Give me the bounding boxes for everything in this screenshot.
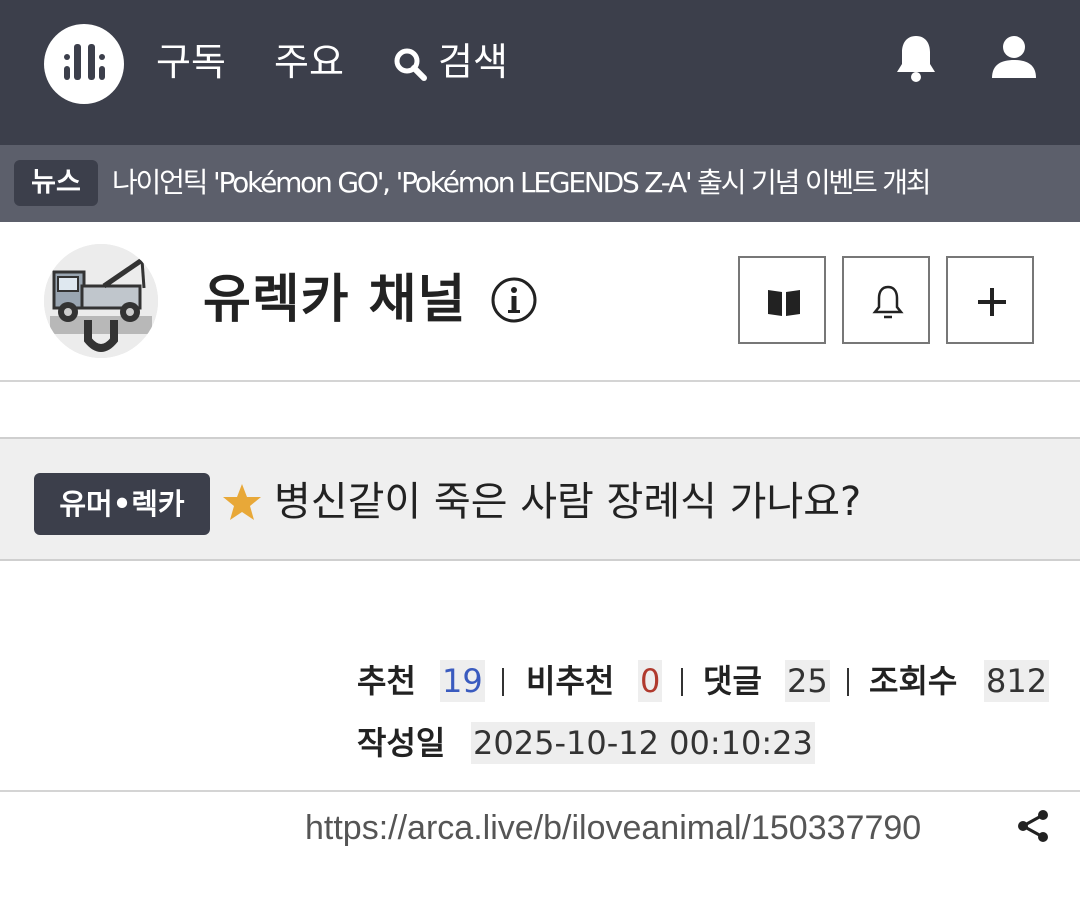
article-title-bar: 유머•렉카 병신같이 죽은 사람 장례식 가나요? xyxy=(0,437,1080,561)
separator xyxy=(502,668,504,696)
bell-outline-icon xyxy=(872,285,904,319)
views-label: 조회수 xyxy=(869,662,958,700)
article-title: 병신같이 죽은 사람 장례식 가나요? xyxy=(274,479,862,525)
channel-info-book-button[interactable] xyxy=(738,256,826,344)
divider xyxy=(0,380,1080,382)
post-date: 2025-10-12 00:10:23 xyxy=(471,722,815,764)
separator xyxy=(847,668,849,696)
channel-avatar[interactable] xyxy=(44,244,158,358)
downvote-count: 0 xyxy=(638,660,663,702)
info-icon[interactable] xyxy=(490,276,538,324)
news-ticker[interactable]: 뉴스 나이언틱 'Pokémon GO', 'Pokémon LEGENDS Z… xyxy=(0,145,1080,222)
top-nav: 구독 주요 검색 xyxy=(0,0,1080,145)
nav-featured[interactable]: 주요 xyxy=(274,36,344,88)
comments-label: 댓글 xyxy=(703,662,762,700)
nav-subscribe[interactable]: 구독 xyxy=(156,36,226,88)
category-badge[interactable]: 유머•렉카 xyxy=(34,473,210,535)
news-headline[interactable]: 나이언틱 'Pokémon GO', 'Pokémon LEGENDS Z-A'… xyxy=(112,163,932,203)
logo-icon[interactable] xyxy=(44,24,124,104)
bell-icon[interactable] xyxy=(892,32,940,84)
share-icon[interactable] xyxy=(1015,808,1051,844)
divider xyxy=(0,790,1080,792)
news-badge: 뉴스 xyxy=(14,160,98,206)
channel-subscribe-button[interactable] xyxy=(946,256,1034,344)
article-date-row: 작성일 2025-10-12 00:10:23 xyxy=(0,722,1080,764)
tow-truck-icon xyxy=(44,244,158,358)
separator xyxy=(681,668,683,696)
recommend-label: 추천 xyxy=(357,662,416,700)
plus-icon xyxy=(978,288,1006,316)
channel-notify-button[interactable] xyxy=(842,256,930,344)
downvote-label: 비추천 xyxy=(526,662,615,700)
user-icon[interactable] xyxy=(990,32,1038,84)
views-count: 812 xyxy=(984,660,1050,702)
channel-title[interactable]: 유렉카 채널 xyxy=(203,268,466,332)
nav-search[interactable]: 검색 xyxy=(438,36,508,88)
book-icon xyxy=(768,290,800,316)
article-url[interactable]: https://arca.live/b/iloveanimal/15033779… xyxy=(305,806,921,850)
comments-count: 25 xyxy=(785,660,830,702)
article-stats: 추천 19 비추천 0 댓글 25 조회수 812 xyxy=(0,660,1080,702)
date-label: 작성일 xyxy=(357,724,446,762)
search-icon[interactable] xyxy=(392,46,428,82)
star-icon xyxy=(223,484,261,520)
recommend-count: 19 xyxy=(440,660,485,702)
